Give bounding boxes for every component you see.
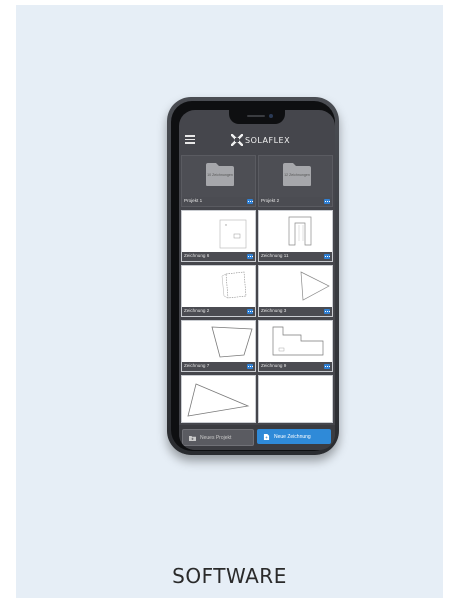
drawing-name: Zeichnung 2 [184, 308, 210, 313]
tile-footer: Zeichnung 9 [259, 362, 332, 371]
phone-mockup: SOLAFLEX 10 Zeichnungen Projekt 1 12 Zei… [167, 97, 339, 455]
more-options-icon[interactable] [247, 254, 253, 259]
bottom-action-bar: Neues Projekt Neue Zeichnung [179, 425, 335, 450]
tile-footer: Zeichnung 2 [182, 307, 255, 316]
more-options-icon[interactable] [324, 364, 330, 369]
project-count: 12 Zeichnungen [284, 173, 310, 177]
tile-footer: Zeichnung 11 [259, 252, 332, 261]
section-caption: SOFTWARE [172, 564, 287, 588]
drawing-tile[interactable] [258, 375, 333, 423]
more-options-icon[interactable] [324, 199, 330, 204]
speaker [247, 115, 265, 117]
app-logo: SOLAFLEX [231, 133, 290, 147]
project-count: 10 Zeichnungen [207, 173, 233, 177]
tile-footer: Zeichnung 7 [182, 362, 255, 371]
phone-bezel: SOLAFLEX 10 Zeichnungen Projekt 1 12 Zei… [171, 101, 335, 451]
drawing-tile[interactable]: Zeichnung 3 [258, 265, 333, 317]
drawing-thumbnail [272, 326, 324, 356]
drawing-tile[interactable]: Zeichnung 7 [181, 320, 256, 372]
more-options-icon[interactable] [324, 254, 330, 259]
drawing-name: Zeichnung 3 [261, 308, 287, 313]
tile-footer: Zeichnung 3 [259, 307, 332, 316]
tile-footer: Zeichnung 6 [182, 252, 255, 261]
tile-footer: Projekt 1 [182, 197, 255, 206]
logo-text: SOLAFLEX [245, 135, 291, 145]
more-options-icon[interactable] [247, 309, 253, 314]
app-screen: SOLAFLEX 10 Zeichnungen Projekt 1 12 Zei… [179, 110, 335, 450]
new-project-button[interactable]: Neues Projekt [182, 429, 254, 446]
drawing-name: Zeichnung 6 [184, 253, 210, 258]
file-plus-icon [263, 433, 270, 440]
more-options-icon[interactable] [247, 364, 253, 369]
app-header: SOLAFLEX [179, 128, 335, 152]
drawing-thumbnail [187, 383, 250, 417]
project-name: Projekt 1 [184, 198, 203, 203]
new-drawing-button[interactable]: Neue Zeichnung [257, 429, 331, 444]
phone-notch [229, 110, 285, 124]
new-drawing-label: Neue Zeichnung [274, 433, 311, 440]
project-tile[interactable]: 12 Zeichnungen Projekt 2 [258, 155, 333, 207]
hamburger-menu-icon[interactable] [185, 135, 195, 144]
drawing-thumbnail [219, 219, 247, 249]
camera [269, 114, 273, 118]
drawing-tile[interactable]: Zeichnung 9 [258, 320, 333, 372]
drawing-thumbnail [211, 326, 253, 358]
solaflex-logo-icon [231, 134, 243, 146]
drawing-tile[interactable]: Zeichnung 11 [258, 210, 333, 262]
new-project-label: Neues Projekt [200, 434, 232, 441]
drawing-name: Zeichnung 11 [261, 253, 289, 258]
more-options-icon[interactable] [247, 199, 253, 204]
drawing-thumbnail [288, 216, 312, 246]
drawing-tile[interactable]: Zeichnung 2 [181, 265, 256, 317]
folder-plus-icon [189, 435, 196, 441]
drawing-name: Zeichnung 7 [184, 363, 210, 368]
drawing-tile[interactable] [181, 375, 256, 423]
product-card: SOLAFLEX 10 Zeichnungen Projekt 1 12 Zei… [16, 5, 443, 598]
drawing-thumbnail [221, 271, 247, 299]
project-name: Projekt 2 [261, 198, 280, 203]
drawing-name: Zeichnung 9 [261, 363, 287, 368]
more-options-icon[interactable] [324, 309, 330, 314]
tile-footer: Projekt 2 [259, 197, 332, 206]
drawing-thumbnail [300, 271, 330, 301]
drawing-tile[interactable]: Zeichnung 6 [181, 210, 256, 262]
project-tile[interactable]: 10 Zeichnungen Projekt 1 [181, 155, 256, 207]
